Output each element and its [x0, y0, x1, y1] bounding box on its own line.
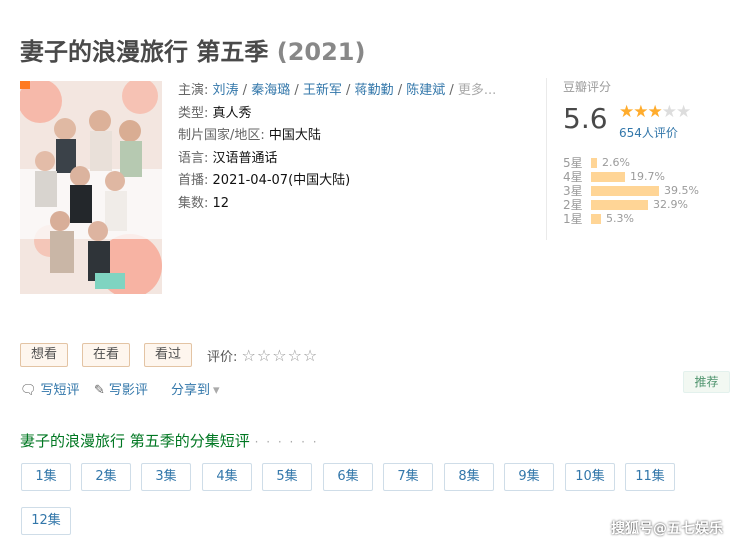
language-row: 语言: 汉语普通话: [178, 148, 496, 171]
episode-button-7[interactable]: 7集: [383, 463, 433, 491]
share-link[interactable]: 分享到 ▾: [171, 379, 220, 398]
write-short-review-link[interactable]: 🗨 写短评: [20, 379, 80, 398]
title-year: (2021): [276, 38, 366, 66]
language-label: 语言:: [178, 150, 209, 166]
episodes-label: 集数:: [178, 195, 209, 211]
region-value: 中国大陆: [268, 128, 321, 143]
rating-score: 5.6: [563, 102, 608, 135]
rating-distribution: 5星 2.6% 4星 19.7% 3星 39.5% 2星 32.9% 1星 5.3%: [563, 156, 699, 226]
premiere-row: 首播: 2021-04-07(中国大陆): [178, 170, 496, 193]
dist-bar: [591, 186, 659, 196]
star-icon: ★: [647, 102, 663, 122]
episode-button-9[interactable]: 9集: [504, 463, 554, 491]
episode-button-12[interactable]: 12集: [21, 507, 71, 535]
rate-stars-input[interactable]: ☆☆☆☆☆: [242, 346, 319, 365]
want-button[interactable]: 想看: [20, 343, 69, 367]
episode-button-2[interactable]: 2集: [81, 463, 131, 491]
info-panel: 主演: 刘涛 / 秦海璐 / 王新军 / 蒋勤勤 / 陈建斌 / 更多... 类…: [178, 80, 496, 215]
comment-icon: 🗨: [20, 383, 37, 398]
star-icon: ★: [633, 102, 648, 122]
rating-panel: 豆瓣评分 5.6 ★★★★★ 654人评价 5星 2.6% 4星 19.7% 3星 3…: [546, 78, 749, 240]
type-row: 类型: 真人秀: [178, 103, 496, 126]
region-row: 制片国家/地区: 中国大陆: [178, 125, 496, 148]
region-label: 制片国家/地区:: [178, 128, 265, 143]
rating-header: 豆瓣评分: [563, 80, 612, 94]
episode-button-6[interactable]: 6集: [323, 463, 373, 491]
chevron-down-icon: ▾: [213, 383, 220, 398]
write-review-link[interactable]: ✎ 写影评: [94, 379, 148, 398]
episodes-row: 集数: 12: [178, 193, 496, 216]
episode-button-5[interactable]: 5集: [262, 463, 312, 491]
watching-button[interactable]: 在看: [82, 343, 131, 367]
user-rating: 评价: ☆☆☆☆☆: [207, 346, 318, 365]
cast-link-4[interactable]: 蒋勤勤: [355, 83, 394, 98]
episode-button-11[interactable]: 11集: [625, 463, 675, 491]
poster-art: [20, 81, 162, 294]
dist-row-4: 4星 19.7%: [563, 170, 665, 184]
dist-bar: [591, 158, 597, 168]
star-empty-icon: ★: [676, 102, 691, 122]
dist-row-5: 5星 2.6%: [563, 156, 630, 170]
watermark: 搜狐号@五七娱乐: [611, 521, 723, 537]
type-value: 真人秀: [212, 105, 252, 121]
dist-bar: [591, 214, 601, 224]
type-label: 类型:: [178, 105, 209, 121]
episode-button-8[interactable]: 8集: [444, 463, 494, 491]
episode-button-1[interactable]: 1集: [21, 463, 71, 491]
cast-link-1[interactable]: 刘涛: [213, 83, 239, 98]
dist-row-2: 2星 32.9%: [563, 198, 688, 212]
eval-label: 评价:: [207, 350, 238, 365]
cast-more-link[interactable]: 更多...: [458, 83, 496, 98]
star-icon: ★: [619, 102, 634, 122]
cast-link-5[interactable]: 陈建斌: [406, 83, 445, 98]
dist-bar: [591, 172, 625, 182]
cast-link-3[interactable]: 王新军: [303, 83, 342, 98]
title-main: 妻子的浪漫旅行 第五季: [20, 38, 269, 66]
episode-button-3[interactable]: 3集: [141, 463, 191, 491]
dist-row-3: 3星 39.5%: [563, 184, 699, 198]
episode-button-4[interactable]: 4集: [202, 463, 252, 491]
episodes-value: 12: [212, 195, 230, 211]
star-empty-icon: ★: [661, 102, 677, 122]
dist-bar: [591, 200, 648, 210]
rating-votes-link[interactable]: 654人评价: [619, 124, 678, 141]
pencil-icon: ✎: [94, 383, 105, 398]
watched-button[interactable]: 看过: [144, 343, 193, 367]
dist-row-1: 1星 5.3%: [563, 212, 634, 226]
poster-image[interactable]: [20, 81, 162, 294]
premiere-value: 2021-04-07(中国大陆): [212, 173, 351, 188]
episode-button-10[interactable]: 10集: [565, 463, 615, 491]
premiere-label: 首播:: [178, 173, 209, 188]
cast-label: 主演:: [178, 83, 209, 98]
cast-link-2[interactable]: 秦海璐: [251, 83, 290, 98]
rating-stars: ★★★★★: [619, 102, 691, 122]
page-title: 妻子的浪漫旅行 第五季 (2021): [20, 32, 365, 67]
recommend-button[interactable]: 推荐: [683, 371, 730, 393]
language-value: 汉语普通话: [212, 150, 278, 166]
episode-section-title: 妻子的浪漫旅行 第五季的分集短评 · · · · · ·: [20, 432, 319, 450]
cast-row: 主演: 刘涛 / 秦海璐 / 王新军 / 蒋勤勤 / 陈建斌 / 更多...: [178, 83, 497, 98]
